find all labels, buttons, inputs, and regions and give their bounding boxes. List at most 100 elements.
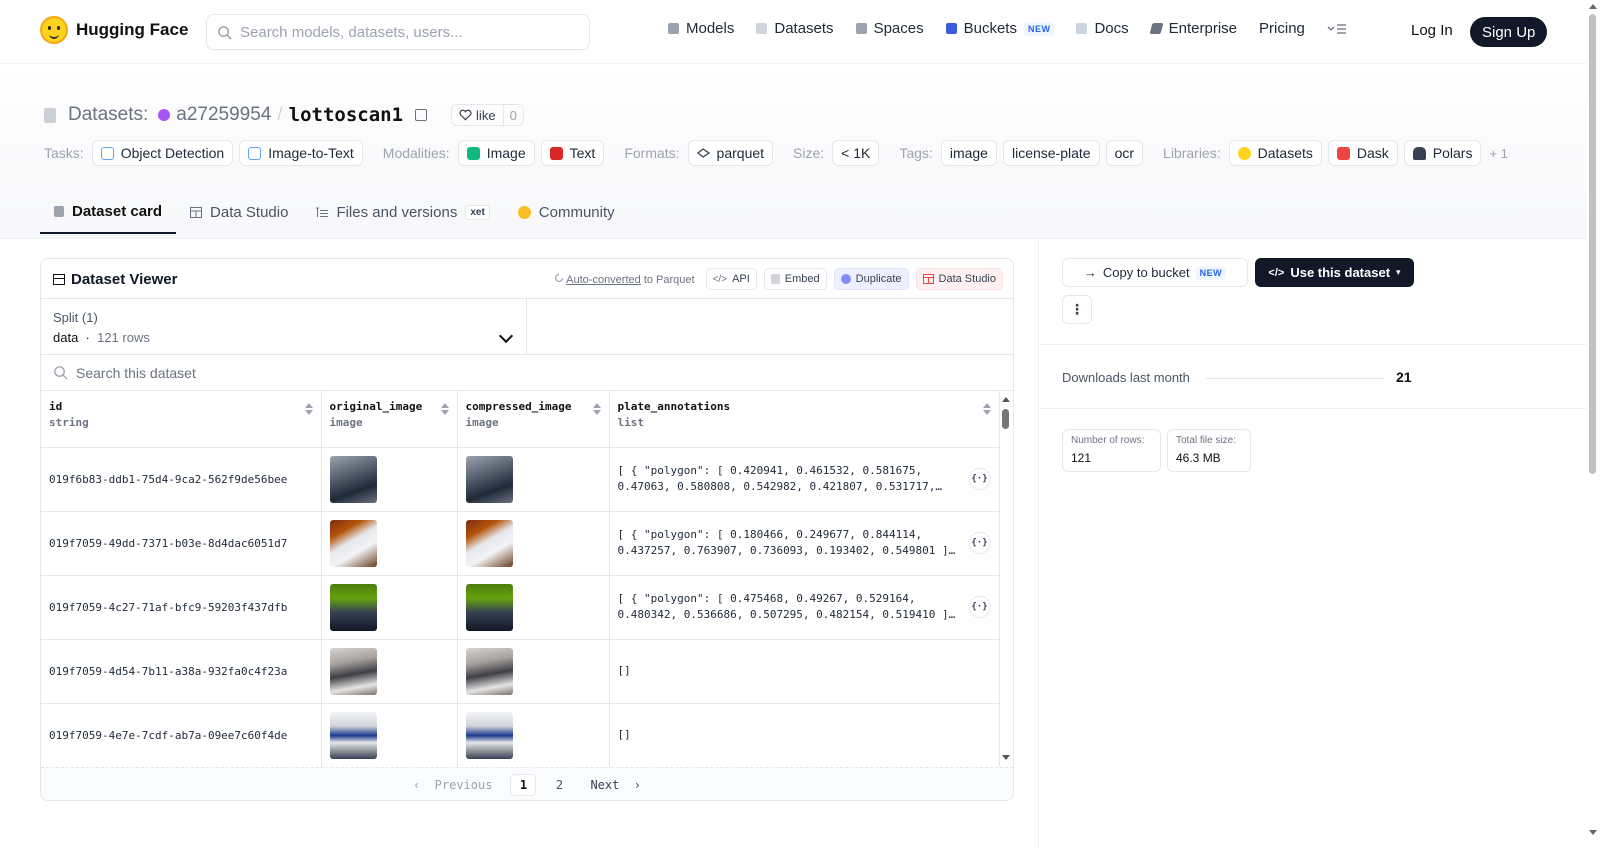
page-2-button[interactable]: 2	[546, 774, 572, 796]
table-header-row: id string original_image image compressed_…	[41, 391, 1000, 448]
scroll-thumb[interactable]	[1002, 409, 1009, 429]
expand-json-button[interactable]: {·}	[968, 532, 991, 554]
tag-task[interactable]: Object Detection	[91, 140, 234, 166]
copy-to-bucket-button[interactable]: → Copy to bucket NEW	[1062, 258, 1248, 287]
column-header-compressed-image[interactable]: compressed_image image	[457, 391, 610, 448]
sort-icon[interactable]	[592, 403, 601, 415]
previous-page-button[interactable]: ‹ Previous	[405, 778, 500, 792]
signup-button[interactable]: Sign Up	[1470, 17, 1548, 47]
expand-json-button[interactable]: {·}	[968, 596, 991, 618]
cell-id[interactable]: 019f7059-4d54-7b11-a38a-932fa0c4f23a	[41, 639, 322, 704]
logo-text: Hugging Face	[76, 20, 189, 39]
nav-enterprise[interactable]: Enterprise	[1149, 20, 1238, 37]
copy-icon[interactable]	[415, 109, 428, 121]
search-input[interactable]	[240, 23, 570, 41]
cell-id[interactable]: 019f7059-4e7e-7cdf-ab7a-09ee7c60f4de	[41, 703, 322, 768]
nav-docs[interactable]: Docs	[1076, 20, 1129, 37]
repo-type-label[interactable]: Datasets:	[68, 104, 148, 126]
column-header-original-image[interactable]: original_image image	[321, 391, 458, 448]
nav-datasets[interactable]: Datasets	[756, 20, 834, 37]
nav-more-menu[interactable]	[1327, 23, 1347, 35]
more-options-button[interactable]: ⋮	[1062, 295, 1092, 324]
next-page-button[interactable]: Next ›	[582, 778, 649, 792]
repo-name[interactable]: lottoscan1	[289, 104, 403, 126]
page-scrollbar[interactable]	[1586, 0, 1600, 861]
tag-item[interactable]: image	[940, 140, 997, 166]
api-button[interactable]: </> API	[705, 268, 757, 290]
image-thumbnail[interactable]	[465, 647, 513, 695]
scroll-up-arrow[interactable]	[1002, 397, 1010, 402]
dataset-search-input[interactable]	[76, 364, 676, 381]
column-name: id	[49, 400, 63, 413]
image-thumbnail[interactable]	[465, 455, 513, 503]
tab-community[interactable]: Community	[504, 190, 629, 234]
column-header-plate-annotations[interactable]: plate_annotations list	[609, 391, 1000, 448]
tab-files-and-versions[interactable]: Files and versions xet	[302, 190, 503, 234]
image-thumbnail[interactable]	[329, 455, 377, 503]
repo-owner[interactable]: a27259954	[176, 104, 271, 126]
cell-id[interactable]: 019f7059-49dd-7371-b03e-8d4dac6051d7	[41, 511, 322, 576]
dataset-search[interactable]	[41, 355, 1013, 391]
image-thumbnail[interactable]	[465, 519, 513, 567]
tag-size[interactable]: < 1K	[832, 140, 880, 166]
sort-icon[interactable]	[982, 403, 991, 415]
tag-library[interactable]: Datasets	[1228, 140, 1322, 166]
more-libraries-link[interactable]: + 1	[1489, 146, 1507, 161]
nav-label: Enterprise	[1168, 20, 1238, 37]
cell-id[interactable]: 019f7059-4c27-71af-bfc9-59203f437dfb	[41, 575, 322, 640]
nav-models[interactable]: Models	[668, 20, 734, 37]
image-thumbnail[interactable]	[329, 647, 377, 695]
split-selector[interactable]: Split (1) data · 121 rows	[41, 299, 527, 355]
cell-id[interactable]: 019f6b83-ddb1-75d4-9ca2-562f9de56bee	[41, 447, 322, 512]
viewer-title: Dataset Viewer	[53, 271, 177, 288]
image-thumbnail[interactable]	[465, 583, 513, 631]
login-link[interactable]: Log In	[1411, 22, 1453, 39]
nav-spaces[interactable]: Spaces	[855, 20, 924, 37]
image-thumbnail[interactable]	[465, 711, 513, 759]
image-thumbnail[interactable]	[329, 519, 377, 567]
cell-plate-annotations[interactable]: [ { "polygon": [ 0.180466, 0.249677, 0.8…	[609, 511, 1000, 576]
duplicate-button[interactable]: Duplicate	[833, 268, 909, 290]
expand-json-button[interactable]: {·}	[968, 468, 991, 490]
cell-plate-annotations[interactable]: []	[609, 639, 1000, 704]
formats-label: Formats:	[624, 145, 680, 161]
nav-buckets[interactable]: Buckets NEW	[945, 20, 1055, 37]
scroll-up-arrow[interactable]	[1589, 4, 1597, 9]
tag-item[interactable]: license-plate	[1002, 140, 1100, 166]
page-1-button[interactable]: 1	[510, 773, 537, 796]
viewer-actions: Auto-converted to Parquet </> API Embed D…	[554, 268, 1003, 290]
table-scrollbar[interactable]	[999, 391, 1013, 767]
tab-dataset-card[interactable]: Dataset card	[40, 190, 177, 234]
scroll-down-arrow[interactable]	[1589, 830, 1597, 835]
cell-plate-annotations[interactable]: [ { "polygon": [ 0.475468, 0.49267, 0.52…	[609, 575, 1000, 640]
repo-tabs: Dataset card Data Studio Files and versi…	[40, 190, 629, 234]
tag-label: Image-to-Text	[268, 145, 354, 161]
nav-label: Docs	[1094, 20, 1129, 37]
global-search[interactable]	[206, 14, 590, 50]
scroll-thumb[interactable]	[1589, 14, 1596, 474]
tag-modality[interactable]: Text	[540, 140, 605, 166]
auto-converted-link[interactable]: Auto-converted	[566, 274, 641, 286]
sort-icon[interactable]	[304, 403, 313, 415]
tag-task[interactable]: Image-to-Text	[239, 140, 363, 166]
tab-data-studio[interactable]: Data Studio	[176, 190, 302, 234]
image-thumbnail[interactable]	[329, 711, 377, 759]
tag-library[interactable]: Polars	[1403, 140, 1482, 166]
tag-format[interactable]: parquet	[687, 140, 774, 166]
scroll-down-arrow[interactable]	[1002, 755, 1010, 760]
tag-modality[interactable]: Image	[457, 140, 535, 166]
embed-button[interactable]: Embed	[763, 268, 827, 290]
use-this-dataset-button[interactable]: </> Use this dataset ▾	[1255, 258, 1414, 287]
column-header-id[interactable]: id string	[41, 391, 322, 448]
nav-pricing[interactable]: Pricing	[1259, 20, 1305, 37]
like-button[interactable]: like 0	[451, 104, 524, 126]
data-studio-button[interactable]: Data Studio	[915, 268, 1003, 290]
tag-item[interactable]: ocr	[1105, 140, 1144, 166]
chevron-down-icon	[498, 328, 514, 344]
hugging-face-logo[interactable]: Hugging Face	[40, 16, 188, 44]
sort-icon[interactable]	[440, 403, 449, 415]
image-thumbnail[interactable]	[329, 583, 377, 631]
tag-library[interactable]: Dask	[1327, 140, 1398, 166]
cell-plate-annotations[interactable]: []	[609, 703, 1000, 768]
cell-plate-annotations[interactable]: [ { "polygon": [ 0.420941, 0.461532, 0.5…	[609, 447, 1000, 512]
